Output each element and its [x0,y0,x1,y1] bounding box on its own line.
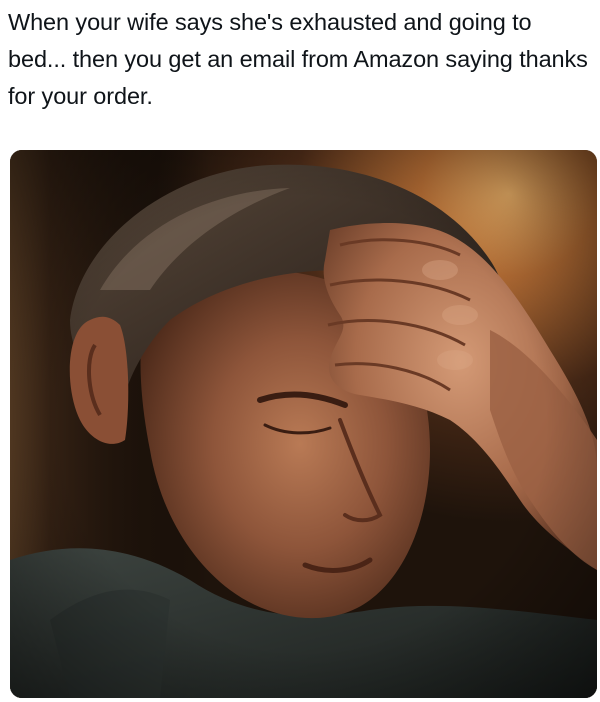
meme-post: When your wife says she's exhausted and … [0,0,600,702]
photo-illustration [10,150,597,698]
meme-photo[interactable] [10,150,597,698]
post-caption: When your wife says she's exhausted and … [8,9,588,109]
